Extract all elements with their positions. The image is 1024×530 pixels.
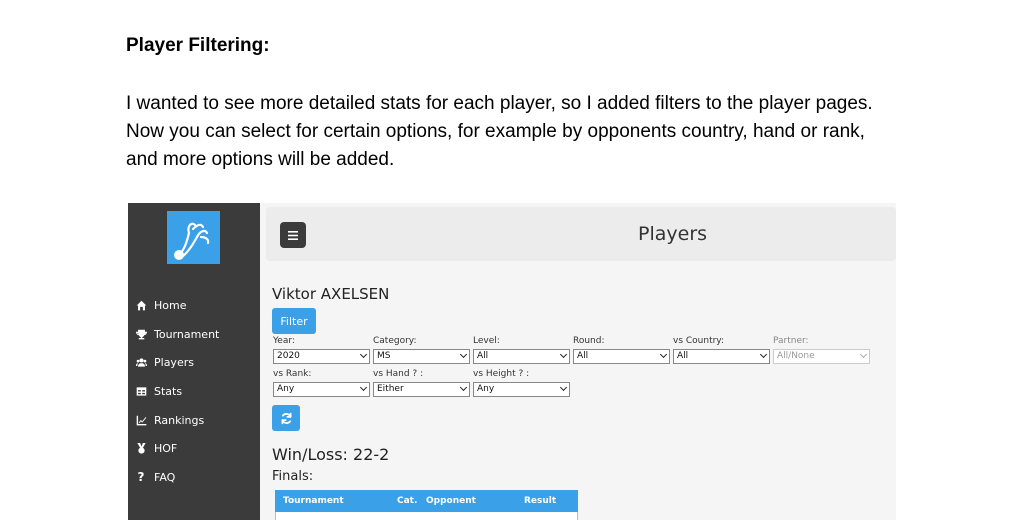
column-header-tournament[interactable]: Tournament bbox=[283, 496, 344, 506]
users-icon bbox=[134, 357, 148, 368]
sidebar-item-faq[interactable]: ? FAQ bbox=[134, 467, 176, 487]
win-loss-text: Win/Loss: 22-2 bbox=[272, 445, 390, 464]
select-value: Either bbox=[377, 384, 404, 394]
column-header-category[interactable]: Cat. bbox=[397, 496, 417, 506]
column-header-result[interactable]: Result bbox=[524, 496, 556, 506]
select-value: All bbox=[477, 351, 489, 361]
refresh-icon bbox=[281, 412, 291, 424]
year-select[interactable]: 2020 bbox=[273, 349, 370, 364]
sidebar-item-players[interactable]: Players bbox=[134, 352, 194, 372]
chart-line-icon bbox=[134, 415, 148, 426]
select-value: All bbox=[677, 351, 689, 361]
chevron-down-icon bbox=[459, 350, 468, 359]
finals-table-body bbox=[275, 512, 578, 520]
sidebar-item-stats[interactable]: Stats bbox=[134, 381, 182, 401]
sidebar: Home Tournament Players Stats Rankings H… bbox=[128, 203, 260, 520]
select-value: MS bbox=[377, 351, 391, 361]
refresh-button[interactable] bbox=[272, 405, 300, 431]
finals-heading: Finals: bbox=[272, 469, 314, 484]
vs-height-select[interactable]: Any bbox=[473, 382, 570, 397]
select-value: Any bbox=[277, 384, 295, 394]
sidebar-item-label: Tournament bbox=[154, 327, 220, 341]
player-name: Viktor AXELSEN bbox=[272, 285, 390, 303]
round-select[interactable]: All bbox=[573, 349, 670, 364]
doc-heading: Player Filtering: bbox=[126, 35, 270, 56]
doc-paragraph: I wanted to see more detailed stats for … bbox=[126, 93, 873, 170]
filter-button[interactable]: Filter bbox=[272, 308, 316, 334]
menu-button[interactable] bbox=[280, 222, 306, 248]
chevron-down-icon bbox=[559, 350, 568, 359]
column-header-opponent[interactable]: Opponent bbox=[426, 496, 476, 506]
filter-label-vs-rank: vs Rank: bbox=[273, 369, 312, 379]
medal-icon bbox=[134, 442, 148, 454]
category-select[interactable]: MS bbox=[373, 349, 470, 364]
filter-label-year: Year: bbox=[273, 336, 295, 346]
level-select[interactable]: All bbox=[473, 349, 570, 364]
page-title: Players bbox=[638, 223, 708, 245]
chevron-down-icon bbox=[559, 383, 568, 392]
sidebar-item-rankings[interactable]: Rankings bbox=[134, 410, 204, 430]
sidebar-item-label: Stats bbox=[154, 384, 183, 398]
home-icon bbox=[134, 300, 148, 311]
chevron-down-icon bbox=[359, 350, 368, 359]
hamburger-icon bbox=[288, 230, 298, 240]
finals-table-header: Tournament Cat. Opponent Result bbox=[275, 490, 578, 512]
sidebar-item-label: HOF bbox=[154, 441, 178, 455]
select-value: All/None bbox=[777, 351, 815, 361]
chevron-down-icon bbox=[359, 383, 368, 392]
vs-hand-select[interactable]: Either bbox=[373, 382, 470, 397]
sidebar-item-label: Home bbox=[154, 298, 187, 312]
vs-country-select[interactable]: All bbox=[673, 349, 770, 364]
filter-label-vs-height: vs Height ? : bbox=[473, 369, 530, 379]
vs-rank-select[interactable]: Any bbox=[273, 382, 370, 397]
logo-icon[interactable] bbox=[167, 211, 220, 264]
filter-label-level: Level: bbox=[473, 336, 500, 346]
sidebar-item-label: FAQ bbox=[154, 470, 176, 484]
sidebar-item-hof[interactable]: HOF bbox=[134, 438, 177, 458]
filter-label-vs-country: vs Country: bbox=[673, 336, 725, 346]
sidebar-item-home[interactable]: Home bbox=[134, 295, 186, 315]
filter-label-vs-hand: vs Hand ? : bbox=[373, 369, 424, 379]
partner-select: All/None bbox=[773, 349, 870, 364]
trophy-icon bbox=[134, 329, 148, 340]
sidebar-item-tournament[interactable]: Tournament bbox=[134, 324, 219, 344]
top-bar: Players bbox=[266, 207, 896, 261]
filter-label-partner: Partner: bbox=[773, 336, 809, 346]
chevron-down-icon bbox=[659, 350, 668, 359]
sidebar-item-label: Players bbox=[154, 355, 194, 369]
question-icon: ? bbox=[137, 470, 145, 484]
filter-label-category: Category: bbox=[373, 336, 417, 346]
select-value: All bbox=[577, 351, 589, 361]
select-value: Any bbox=[477, 384, 495, 394]
select-value: 2020 bbox=[277, 351, 300, 361]
main-content: Players Viktor AXELSEN Filter Year: 2020… bbox=[260, 203, 896, 520]
app-screenshot: Home Tournament Players Stats Rankings H… bbox=[128, 203, 896, 520]
filter-label-round: Round: bbox=[573, 336, 605, 346]
chevron-down-icon bbox=[759, 350, 768, 359]
chevron-down-icon bbox=[859, 350, 868, 359]
sidebar-item-label: Rankings bbox=[154, 413, 205, 427]
table-icon bbox=[134, 386, 148, 397]
chevron-down-icon bbox=[459, 383, 468, 392]
